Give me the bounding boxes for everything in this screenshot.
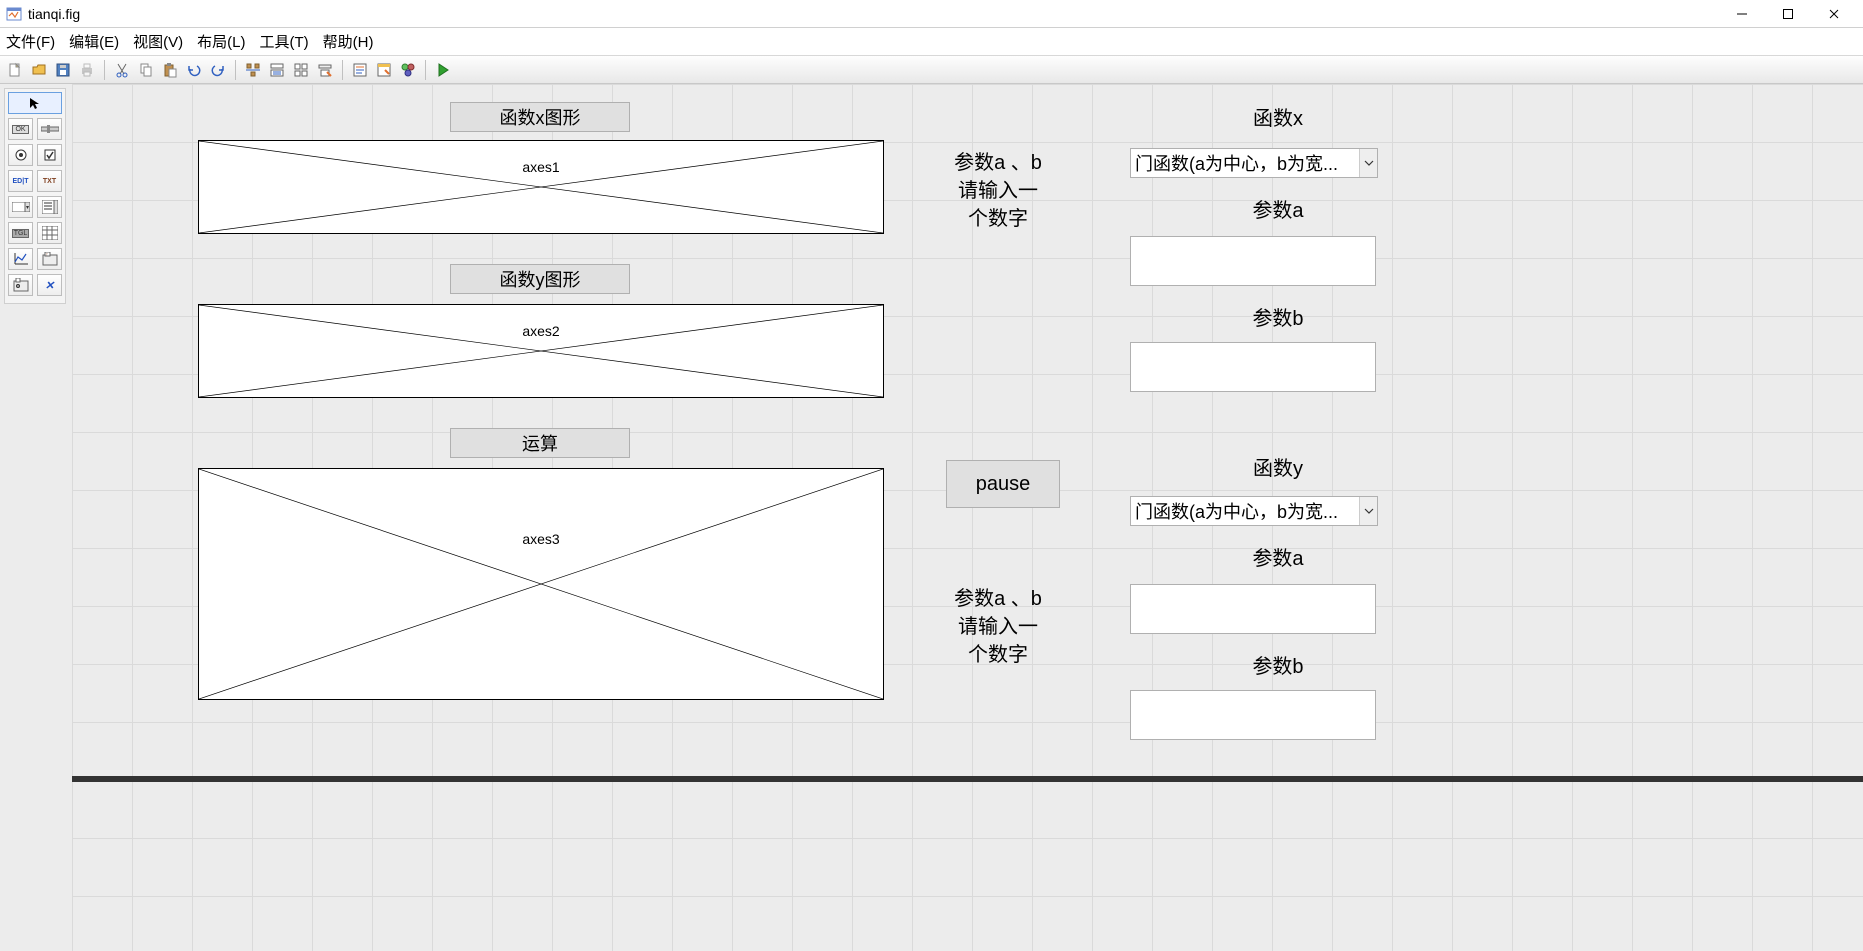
redo-button[interactable] xyxy=(207,59,229,81)
dropdown-fy[interactable]: 门函数(a为中心，b为宽... xyxy=(1130,496,1378,526)
menu-edit[interactable]: 编辑(E) xyxy=(69,31,119,52)
axes-label: axes2 xyxy=(522,323,559,339)
menu-layout[interactable]: 布局(L) xyxy=(197,31,245,52)
dropdown-text: 门函数(a为中心，b为宽... xyxy=(1135,150,1355,176)
open-file-button[interactable] xyxy=(28,59,50,81)
label-param-b-x[interactable]: 参数b xyxy=(1178,304,1378,334)
property-inspector-button[interactable] xyxy=(373,59,395,81)
axes-label: axes1 xyxy=(522,159,559,175)
label-fx[interactable]: 函数x xyxy=(1178,104,1378,134)
label-text: 函数y xyxy=(1253,455,1303,483)
static-text: 参数a 、b 请输入一 个数字 xyxy=(954,585,1042,669)
copy-button[interactable] xyxy=(135,59,157,81)
chevron-down-icon xyxy=(1359,149,1377,177)
edit-param-b-y[interactable] xyxy=(1130,690,1376,740)
new-file-button[interactable] xyxy=(4,59,26,81)
dropdown-text: 门函数(a为中心，b为宽... xyxy=(1135,498,1355,524)
edit-param-a-y[interactable] xyxy=(1130,584,1376,634)
toolbar-editor-button[interactable] xyxy=(314,59,336,81)
activex-tool[interactable]: ✕ xyxy=(37,274,62,296)
svg-text:T: T xyxy=(46,253,48,257)
component-palette: OK ED|T TXT TGL T ✕ xyxy=(4,88,66,304)
axes-tool[interactable] xyxy=(8,248,33,270)
label-param-b-y[interactable]: 参数b xyxy=(1178,652,1378,682)
tab-order-button[interactable] xyxy=(290,59,312,81)
pushbutton-tool[interactable]: OK xyxy=(8,118,33,140)
editor-button[interactable] xyxy=(349,59,371,81)
align-button[interactable] xyxy=(242,59,264,81)
toolbar-separator xyxy=(342,60,343,80)
label-text: 函数x xyxy=(1253,105,1303,133)
print-button[interactable] xyxy=(76,59,98,81)
label-text: 函数x图形 xyxy=(500,104,581,130)
pause-button[interactable]: pause xyxy=(946,460,1060,508)
edit-param-b-x[interactable] xyxy=(1130,342,1376,392)
window-title: tianqi.fig xyxy=(28,6,80,22)
label-text: 参数b xyxy=(1252,305,1303,333)
label-text: 参数b xyxy=(1252,653,1303,681)
label-text: 参数a xyxy=(1252,197,1303,225)
menu-editor-button[interactable] xyxy=(266,59,288,81)
cut-button[interactable] xyxy=(111,59,133,81)
axes1[interactable]: axes1 xyxy=(198,140,884,234)
maximize-button[interactable] xyxy=(1765,0,1811,28)
buttongroup-tool[interactable] xyxy=(8,274,33,296)
object-browser-button[interactable] xyxy=(397,59,419,81)
titlebar: tianqi.fig xyxy=(0,0,1863,28)
label-compute[interactable]: 运算 xyxy=(450,428,630,458)
paste-button[interactable] xyxy=(159,59,181,81)
axes3[interactable]: axes3 xyxy=(198,468,884,700)
label-text: 函数y图形 xyxy=(500,266,581,292)
listbox-tool[interactable] xyxy=(37,196,62,218)
button-label: pause xyxy=(976,473,1031,496)
toolbar xyxy=(0,56,1863,84)
main-area: OK ED|T TXT TGL T ✕ 函数x图 xyxy=(0,84,1863,951)
label-text: 参数a xyxy=(1252,545,1303,573)
label-param-a-x[interactable]: 参数a xyxy=(1178,196,1378,226)
run-button[interactable] xyxy=(432,59,454,81)
toolbar-separator xyxy=(104,60,105,80)
checkbox-tool[interactable] xyxy=(37,144,62,166)
axes-label: axes3 xyxy=(522,531,559,547)
params-hint-1[interactable]: 参数a 、b 请输入一 个数字 xyxy=(928,146,1068,236)
table-tool[interactable] xyxy=(37,222,62,244)
undo-button[interactable] xyxy=(183,59,205,81)
static-text: 参数a 、b 请输入一 个数字 xyxy=(954,149,1042,233)
params-hint-2[interactable]: 参数a 、b 请输入一 个数字 xyxy=(928,582,1068,672)
menubar: 文件(F) 编辑(E) 视图(V) 布局(L) 工具(T) 帮助(H) xyxy=(0,28,1863,56)
label-fx-plot[interactable]: 函数x图形 xyxy=(450,102,630,132)
save-button[interactable] xyxy=(52,59,74,81)
toolbar-separator xyxy=(425,60,426,80)
edit-param-a-x[interactable] xyxy=(1130,236,1376,286)
dropdown-fx[interactable]: 门函数(a为中心，b为宽... xyxy=(1130,148,1378,178)
app-icon xyxy=(6,6,22,22)
label-text: 运算 xyxy=(522,430,558,456)
togglebutton-tool[interactable]: TGL xyxy=(8,222,33,244)
menu-file[interactable]: 文件(F) xyxy=(6,31,55,52)
canvas-edge xyxy=(72,776,1863,782)
minimize-button[interactable] xyxy=(1719,0,1765,28)
radiobutton-tool[interactable] xyxy=(8,144,33,166)
label-param-a-y[interactable]: 参数a xyxy=(1178,544,1378,574)
static-text-tool[interactable]: TXT xyxy=(37,170,62,192)
label-fy[interactable]: 函数y xyxy=(1178,454,1378,484)
edit-text-tool[interactable]: ED|T xyxy=(8,170,33,192)
slider-tool[interactable] xyxy=(37,118,62,140)
label-fy-plot[interactable]: 函数y图形 xyxy=(450,264,630,294)
toolbar-separator xyxy=(235,60,236,80)
design-canvas[interactable]: 函数x图形 axes1 函数y图形 axes2 运算 axes3 参数a 、b … xyxy=(72,84,1863,951)
panel-tool[interactable]: T xyxy=(37,248,62,270)
select-tool[interactable] xyxy=(8,92,62,114)
close-button[interactable] xyxy=(1811,0,1857,28)
chevron-down-icon xyxy=(1359,497,1377,525)
menu-help[interactable]: 帮助(H) xyxy=(323,31,374,52)
popup-menu-tool[interactable] xyxy=(8,196,33,218)
menu-tools[interactable]: 工具(T) xyxy=(260,31,309,52)
axes2[interactable]: axes2 xyxy=(198,304,884,398)
menu-view[interactable]: 视图(V) xyxy=(133,31,183,52)
